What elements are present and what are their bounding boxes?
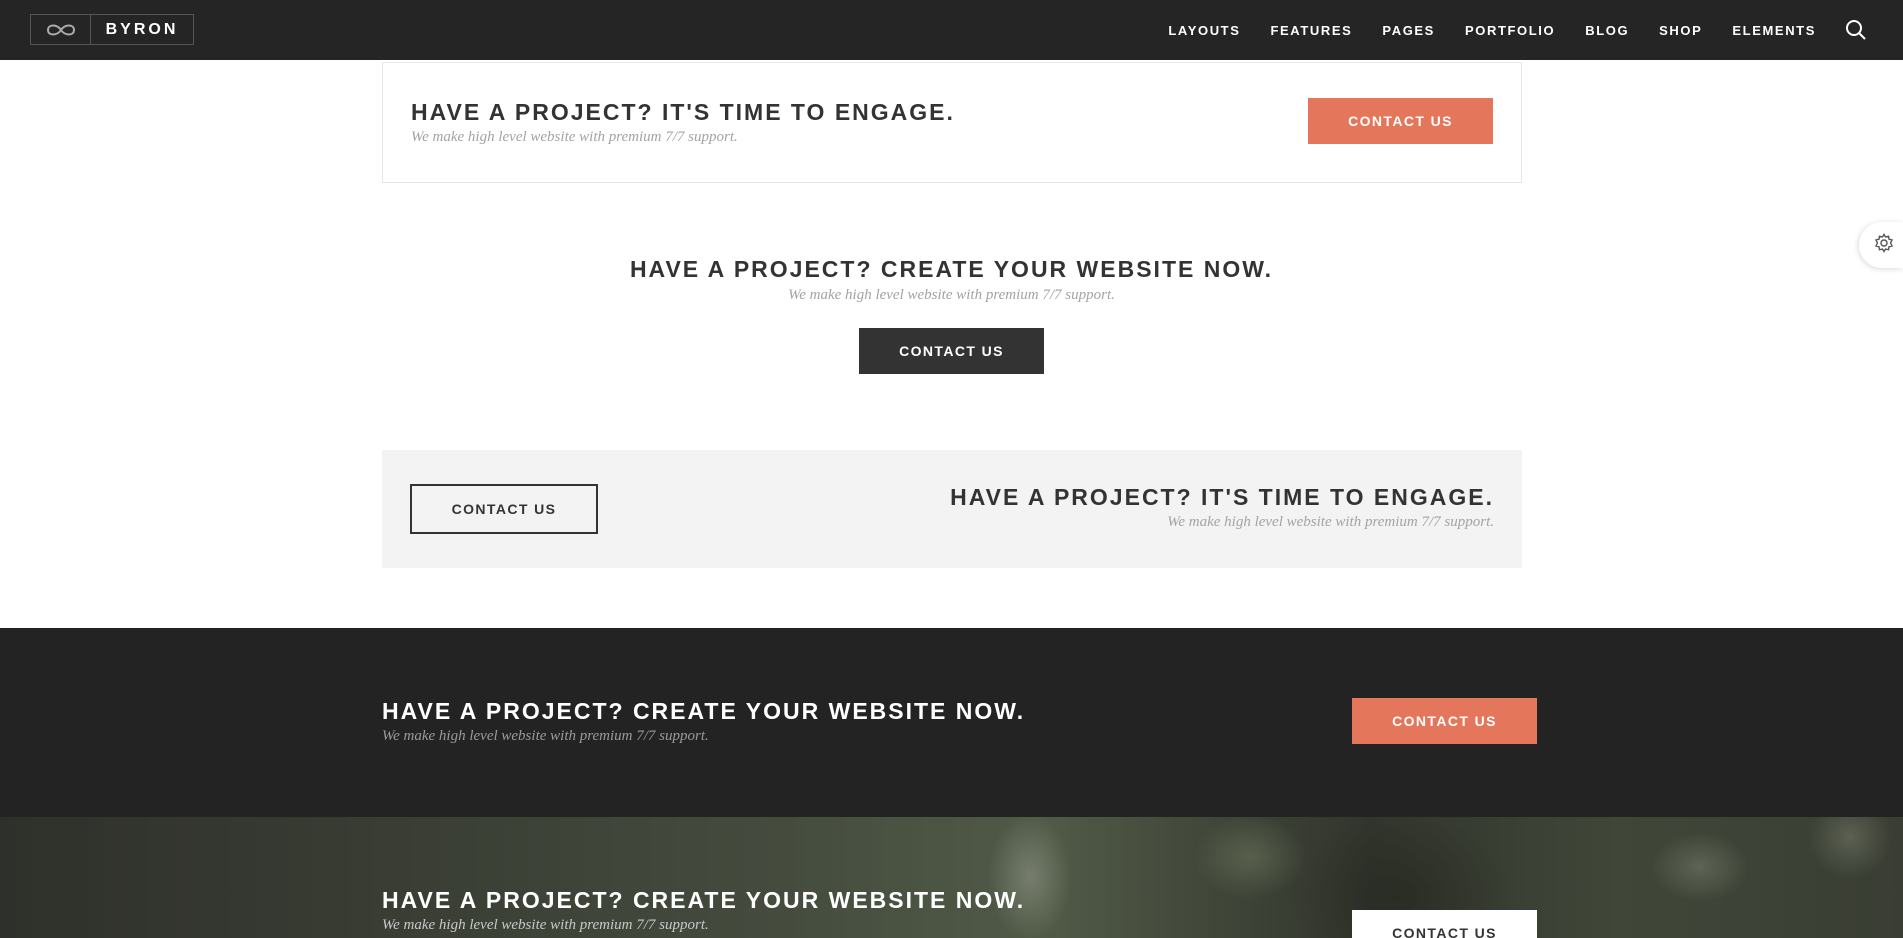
cta-dark-band: HAVE A PROJECT? CREATE YOUR WEBSITE NOW.… xyxy=(0,628,1903,817)
cta-title: HAVE A PROJECT? CREATE YOUR WEBSITE NOW. xyxy=(629,256,1274,282)
brand-logo[interactable]: BYRON xyxy=(30,14,194,45)
contact-us-button[interactable]: CONTACT US xyxy=(1308,98,1493,144)
cta-title: HAVE A PROJECT? CREATE YOUR WEBSITE NOW. xyxy=(382,887,1026,913)
cta-title: HAVE A PROJECT? CREATE YOUR WEBSITE NOW. xyxy=(382,698,1026,724)
contact-us-button[interactable]: CONTACT US xyxy=(410,484,598,534)
nav-item-pages[interactable]: PAGES xyxy=(1382,23,1435,38)
cta-photo-band: HAVE A PROJECT? CREATE YOUR WEBSITE NOW.… xyxy=(0,817,1903,938)
cta-subtitle: We make high level website with premium … xyxy=(1167,514,1494,530)
nav-item-layouts[interactable]: LAYOUTS xyxy=(1168,23,1240,38)
cta-title: HAVE A PROJECT? IT'S TIME TO ENGAGE. xyxy=(411,99,955,125)
brand-name: BYRON xyxy=(105,20,179,38)
nav-item-shop[interactable]: SHOP xyxy=(1659,23,1702,38)
nav-item-blog[interactable]: BLOG xyxy=(1585,23,1629,38)
contact-us-button[interactable]: CONTACT US xyxy=(1352,698,1537,744)
contact-us-button[interactable]: CONTACT US xyxy=(859,328,1044,374)
nav-item-elements[interactable]: ELEMENTS xyxy=(1732,23,1816,38)
cta-subtitle: We make high level website with premium … xyxy=(382,728,709,744)
gear-icon xyxy=(1874,232,1894,258)
main-nav: LAYOUTS FEATURES PAGES PORTFOLIO BLOG SH… xyxy=(1138,0,1816,60)
cta-subtitle: We make high level website with premium … xyxy=(382,917,709,933)
cta-subtitle: We make high level website with premium … xyxy=(788,287,1115,303)
nav-item-portfolio[interactable]: PORTFOLIO xyxy=(1465,23,1555,38)
cta-title: HAVE A PROJECT? IT'S TIME TO ENGAGE. xyxy=(950,484,1494,510)
contact-us-button[interactable]: CONTACT US xyxy=(1352,910,1537,938)
cta-subtitle: We make high level website with premium … xyxy=(411,129,738,145)
search-icon[interactable] xyxy=(1845,19,1867,41)
nav-item-features[interactable]: FEATURES xyxy=(1271,23,1353,38)
infinity-icon xyxy=(31,15,91,44)
top-navbar: BYRON LAYOUTS FEATURES PAGES PORTFOLIO B… xyxy=(0,0,1903,60)
